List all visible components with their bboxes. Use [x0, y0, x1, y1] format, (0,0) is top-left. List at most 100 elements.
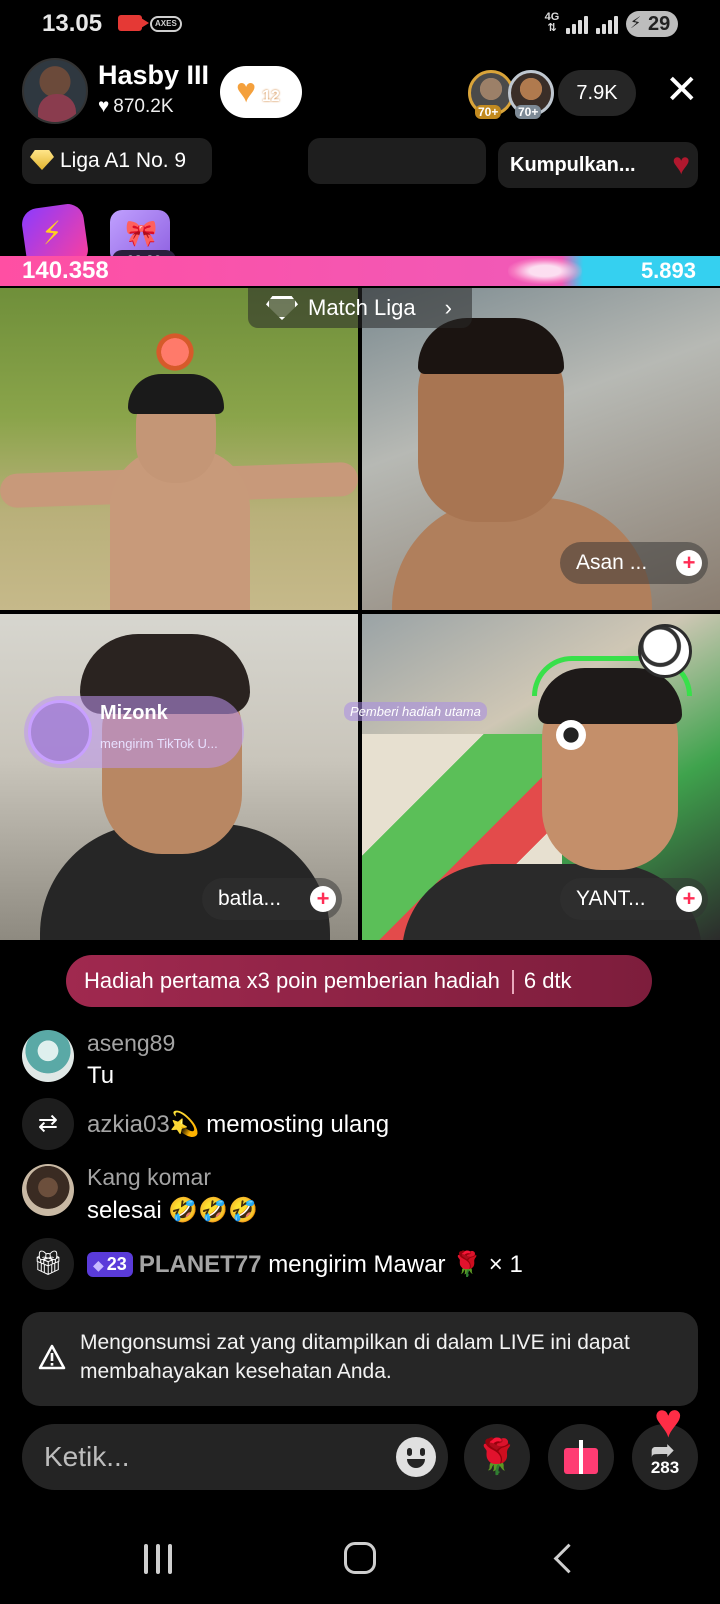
- heart-gem-icon: ♥: [672, 148, 690, 181]
- gift-notification: Mizonk mengirim TikTok U...: [24, 696, 244, 768]
- chat-username[interactable]: PLANET77: [139, 1251, 262, 1278]
- chat-avatar[interactable]: [22, 1030, 74, 1082]
- top-viewer-avatar[interactable]: 70+: [508, 70, 554, 119]
- gift-button[interactable]: [548, 1424, 614, 1490]
- chat-text: Tu: [87, 1062, 115, 1089]
- status-bar: 13.05 AXES 4G⇅ 29: [0, 0, 720, 48]
- spark-effect: [508, 258, 582, 284]
- collect-badge[interactable]: Kumpulkan... ♥: [498, 142, 698, 188]
- chat-message[interactable]: aseng89 Tu: [22, 1030, 712, 1090]
- viewer-count[interactable]: 7.9K: [558, 70, 636, 116]
- host-likes: ♥ 870.2K: [98, 96, 174, 117]
- guest-name: Asan ...: [576, 551, 648, 574]
- video-tile-host[interactable]: [0, 288, 358, 610]
- gift-quantity: × 1: [488, 1251, 523, 1278]
- guest-name-chip[interactable]: YANT... +: [560, 878, 708, 920]
- gift-sender-name: Mizonk: [100, 702, 168, 724]
- chat-username[interactable]: aseng89: [87, 1030, 175, 1057]
- heart-badge-icon: [152, 332, 198, 372]
- rose-icon: 🌹: [452, 1251, 483, 1278]
- back-icon[interactable]: [552, 1544, 574, 1574]
- close-icon[interactable]: ✕: [665, 70, 699, 110]
- recents-icon[interactable]: [144, 1544, 174, 1576]
- divider: [511, 970, 514, 995]
- guest-name-chip[interactable]: batla... +: [202, 878, 342, 920]
- level-badge: ◆ 23: [87, 1252, 133, 1277]
- guest-name-chip[interactable]: Asan ... +: [560, 542, 708, 584]
- guest-name: batla...: [218, 887, 282, 910]
- plus-icon[interactable]: +: [310, 886, 336, 912]
- gift-icon: 🎁︎: [32, 1250, 64, 1277]
- status-time: 13.05: [42, 10, 103, 37]
- rose-icon: 🌹: [475, 1438, 519, 1476]
- battle-score-bar: 140.358 5.893: [0, 256, 720, 286]
- comment-input[interactable]: [44, 1424, 374, 1490]
- host-name[interactable]: Hasby III: [98, 60, 209, 91]
- gift-description: mengirim TikTok U...: [100, 736, 218, 751]
- guest-name: YANT...: [576, 887, 646, 910]
- plus-icon[interactable]: +: [676, 886, 702, 912]
- diamond-icon: [266, 296, 298, 320]
- follow-badge-count: 12: [262, 88, 280, 105]
- repost-icon: ⇄: [37, 1110, 59, 1137]
- video-tile-guest-2[interactable]: Mizonk mengirim TikTok U... batla... +: [0, 614, 358, 940]
- heart-icon: ♥: [654, 1395, 683, 1448]
- gift-sender-avatar: [28, 700, 92, 764]
- rose-gift-button[interactable]: 🌹: [464, 1424, 530, 1490]
- chat-event-gift[interactable]: 🎁︎ ◆ 23 PLANET77 mengirim Mawar 🌹 × 1: [22, 1238, 712, 1292]
- follow-button[interactable]: ♥ 12: [220, 66, 302, 118]
- chat-avatar[interactable]: [22, 1164, 74, 1216]
- viewer-level: 70+: [475, 105, 502, 119]
- diamond-icon: [30, 150, 54, 170]
- match-video-grid: Asan ... + Mizonk mengirim TikTok U... b…: [0, 288, 720, 940]
- match-liga-button[interactable]: Match Liga ›: [248, 288, 472, 328]
- soccer-ball-icon: [638, 624, 692, 678]
- plus-icon[interactable]: +: [676, 550, 702, 576]
- viewer-level: 70+: [515, 105, 542, 119]
- warning-text: Mengonsumsi zat yang ditampilkan di dala…: [80, 1331, 630, 1383]
- axes-icon: AXES: [150, 16, 182, 32]
- network-type: 4G ⇅: [544, 11, 560, 34]
- liga-label: Liga A1 No. 9: [60, 149, 187, 172]
- chat-message[interactable]: Kang komar selesai 🤣🤣🤣: [22, 1164, 712, 1224]
- comment-box[interactable]: [22, 1424, 448, 1490]
- chat-username[interactable]: azkia03: [87, 1111, 170, 1138]
- heart-icon: ♥: [98, 96, 110, 117]
- user-emoji: 💫: [169, 1111, 200, 1138]
- warning-icon: [38, 1344, 66, 1370]
- promo-countdown: 6 dtk: [523, 968, 572, 993]
- event-action: memosting ulang: [206, 1111, 390, 1138]
- match-liga-label: Match Liga: [308, 295, 416, 320]
- home-icon[interactable]: [344, 1542, 376, 1574]
- chat-event-text: azkia03💫 memosting ulang: [87, 1110, 389, 1139]
- video-tile-guest-1[interactable]: Asan ... +: [362, 288, 720, 610]
- promo-banner[interactable]: Hadiah pertama x3 poin pemberian hadiah 6…: [66, 955, 652, 1007]
- event-action: mengirim Mawar: [268, 1251, 446, 1278]
- soccer-ball-icon: [556, 720, 586, 750]
- chat-event-text: ◆ 23 PLANET77 mengirim Mawar 🌹 × 1: [87, 1250, 523, 1279]
- repost-icon-wrap: ⇄: [22, 1098, 74, 1150]
- chat-text: selesai 🤣🤣🤣: [87, 1197, 259, 1224]
- host-avatar[interactable]: [22, 58, 88, 124]
- liga-badge[interactable]: Liga A1 No. 9: [22, 138, 212, 184]
- android-nav-bar: [0, 1520, 720, 1604]
- share-count: 283: [650, 1458, 680, 1477]
- health-warning: Mengonsumsi zat yang ditampilkan di dala…: [22, 1312, 698, 1406]
- promo-text: Hadiah pertama x3 poin pemberian hadiah: [84, 968, 500, 993]
- top-gifter-label: Pemberi hadiah utama: [344, 702, 487, 721]
- right-score: 5.893: [640, 258, 696, 283]
- person-figure: [128, 374, 224, 414]
- video-tile-guest-3[interactable]: YANT... +: [362, 614, 720, 940]
- chat-event-repost[interactable]: ⇄ azkia03💫 memosting ulang: [22, 1098, 712, 1152]
- left-score: 140.358: [22, 257, 109, 284]
- battery-indicator: 29: [626, 11, 678, 37]
- heart-icon: ♥: [236, 72, 257, 110]
- screen-record-icon: [118, 15, 149, 31]
- empty-badge[interactable]: [308, 138, 486, 184]
- diamond-icon: ◆: [93, 1257, 104, 1273]
- collect-label: Kumpulkan...: [510, 154, 636, 176]
- signal-icon: [566, 14, 590, 34]
- chat-username[interactable]: Kang komar: [87, 1164, 211, 1191]
- smile-icon[interactable]: [396, 1437, 436, 1477]
- chevron-right-icon: ›: [444, 295, 452, 320]
